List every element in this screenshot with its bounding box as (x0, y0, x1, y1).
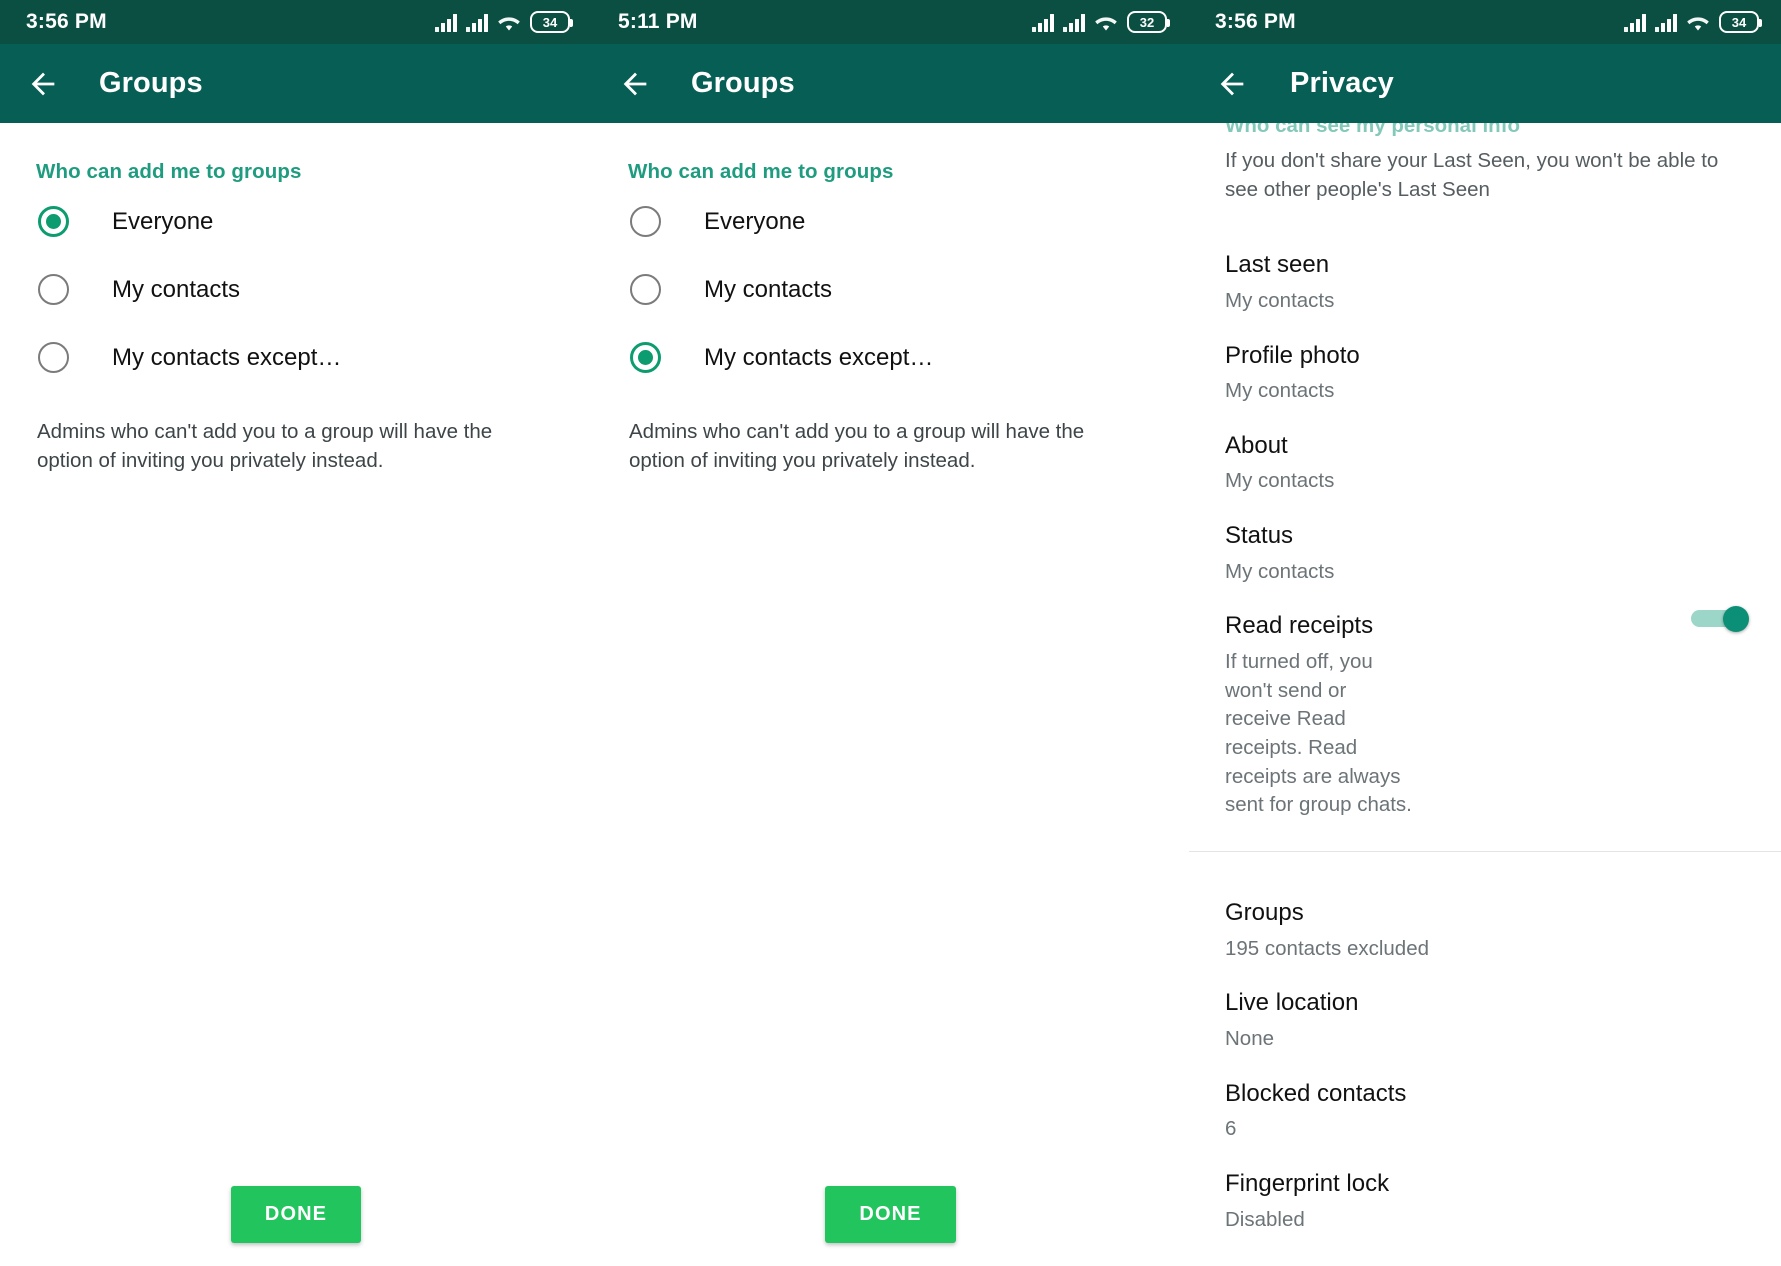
status-bar-time: 5:11 PM (618, 10, 698, 33)
wifi-icon (1094, 13, 1118, 32)
screen-groups-everyone: 3:56 PM 34 Groups Who can add me to grou… (0, 0, 592, 1266)
signal-bars-icon (1624, 12, 1646, 32)
row-subtitle: Disabled (1225, 1207, 1305, 1231)
done-button[interactable]: DONE (825, 1186, 956, 1243)
radio-button-icon[interactable] (38, 274, 69, 305)
privacy-row-groups[interactable]: Groups 195 contacts excluded (1189, 852, 1781, 963)
read-receipts-toggle[interactable] (1691, 606, 1749, 633)
signal-bars-icon (1655, 12, 1677, 32)
radio-button-selected-icon[interactable] (38, 206, 69, 237)
groups-body: Who can add me to groups Everyone My con… (0, 123, 592, 1266)
radio-option-label: My contacts except… (704, 343, 934, 371)
status-bar-icons: 34 (435, 11, 573, 33)
page-title: Groups (691, 67, 795, 99)
screenshot-root: 3:56 PM 34 Groups Who can add me to grou… (0, 0, 1781, 1266)
status-bar: 3:56 PM 34 (0, 0, 592, 44)
back-arrow-icon[interactable] (618, 67, 652, 101)
row-title: Read receipts (1225, 612, 1374, 640)
radio-option-my-contacts-except[interactable]: My contacts except… (592, 327, 1189, 388)
status-bar: 3:56 PM 34 (1189, 0, 1781, 44)
status-bar: 5:11 PM 32 (592, 0, 1189, 44)
row-title: Live location (1225, 989, 1359, 1017)
done-button[interactable]: DONE (230, 1186, 362, 1243)
privacy-row-status[interactable]: Status My contacts (1189, 496, 1781, 586)
radio-button-icon[interactable] (38, 342, 69, 373)
toggle-knob (1723, 606, 1749, 633)
last-seen-hint: If you don't share your Last Seen, you w… (1225, 149, 1719, 202)
radio-option-everyone[interactable]: Everyone (592, 191, 1189, 252)
section-header: Who can add me to groups (628, 160, 894, 183)
page-title: Groups (99, 67, 203, 99)
row-subtitle: 195 contacts excluded (1225, 936, 1429, 960)
radio-option-my-contacts-except[interactable]: My contacts except… (0, 327, 592, 388)
privacy-row-live-location[interactable]: Live location None (1189, 963, 1781, 1053)
privacy-row-read-receipts[interactable]: Read receipts If turned off, you won't s… (1189, 586, 1781, 820)
scrolled-section-header: Who can see my personal info (1225, 123, 1521, 136)
signal-bars-icon (435, 12, 457, 32)
row-title: Blocked contacts (1225, 1079, 1407, 1107)
row-title: Groups (1225, 899, 1304, 927)
signal-bars-icon (1032, 12, 1054, 32)
row-title: Profile photo (1225, 341, 1360, 369)
radio-option-label: Everyone (704, 207, 806, 235)
row-subtitle: None (1225, 1026, 1275, 1050)
status-bar-icons: 34 (1624, 11, 1762, 33)
radio-option-label: My contacts except… (112, 343, 342, 371)
signal-bars-icon (1063, 12, 1085, 32)
row-subtitle: If turned off, you won't send or receive… (1225, 649, 1412, 817)
status-bar-time: 3:56 PM (1215, 10, 1296, 33)
section-header: Who can add me to groups (36, 160, 302, 183)
radio-option-label: My contacts (704, 275, 833, 303)
page-title: Privacy (1290, 67, 1394, 99)
privacy-row-profile-photo[interactable]: Profile photo My contacts (1189, 316, 1781, 406)
radio-option-my-contacts[interactable]: My contacts (592, 259, 1189, 320)
row-subtitle: My contacts (1225, 469, 1335, 493)
wifi-icon (497, 13, 521, 32)
screen-groups-except: 5:11 PM 32 Groups Who can add me to grou… (592, 0, 1189, 1266)
privacy-list[interactable]: Who can see my personal info If you don'… (1189, 123, 1781, 1266)
battery-indicator: 32 (1127, 11, 1170, 33)
battery-indicator: 34 (1719, 11, 1762, 33)
done-button-container: DONE (592, 1186, 1189, 1243)
row-title: Status (1225, 522, 1294, 550)
screen-privacy: 3:56 PM 34 Privacy Who can see my person… (1189, 0, 1781, 1266)
done-button-container: DONE (0, 1186, 592, 1243)
battery-indicator: 34 (530, 11, 573, 33)
privacy-row-blocked-contacts[interactable]: Blocked contacts 6 (1189, 1054, 1781, 1144)
radio-option-my-contacts[interactable]: My contacts (0, 259, 592, 320)
row-subtitle: My contacts (1225, 288, 1335, 312)
row-title: Last seen (1225, 251, 1330, 279)
back-arrow-icon[interactable] (26, 67, 60, 101)
toolbar: Groups (592, 44, 1189, 123)
privacy-row-fingerprint-lock[interactable]: Fingerprint lock Disabled (1189, 1144, 1781, 1234)
back-arrow-icon[interactable] (1215, 67, 1249, 101)
row-title: Fingerprint lock (1225, 1169, 1390, 1197)
toolbar: Groups (0, 44, 592, 123)
row-subtitle: My contacts (1225, 379, 1335, 403)
groups-note: Admins who can't add you to a group will… (37, 420, 493, 473)
radio-button-icon[interactable] (630, 274, 661, 305)
privacy-row-last-seen[interactable]: Last seen My contacts (1189, 204, 1781, 315)
radio-option-label: My contacts (112, 275, 241, 303)
signal-bars-icon (466, 12, 488, 32)
wifi-icon (1686, 13, 1710, 32)
groups-note: Admins who can't add you to a group will… (629, 420, 1085, 473)
row-subtitle: My contacts (1225, 559, 1335, 583)
radio-button-icon[interactable] (630, 206, 661, 237)
status-bar-time: 3:56 PM (26, 10, 107, 33)
row-subtitle: 6 (1225, 1117, 1237, 1141)
privacy-row-about[interactable]: About My contacts (1189, 406, 1781, 496)
radio-option-everyone[interactable]: Everyone (0, 191, 592, 252)
row-title: About (1225, 431, 1288, 459)
radio-button-selected-icon[interactable] (630, 342, 661, 373)
status-bar-icons: 32 (1032, 11, 1170, 33)
toolbar: Privacy (1189, 44, 1781, 123)
groups-body: Who can add me to groups Everyone My con… (592, 123, 1189, 1266)
radio-option-label: Everyone (112, 207, 214, 235)
